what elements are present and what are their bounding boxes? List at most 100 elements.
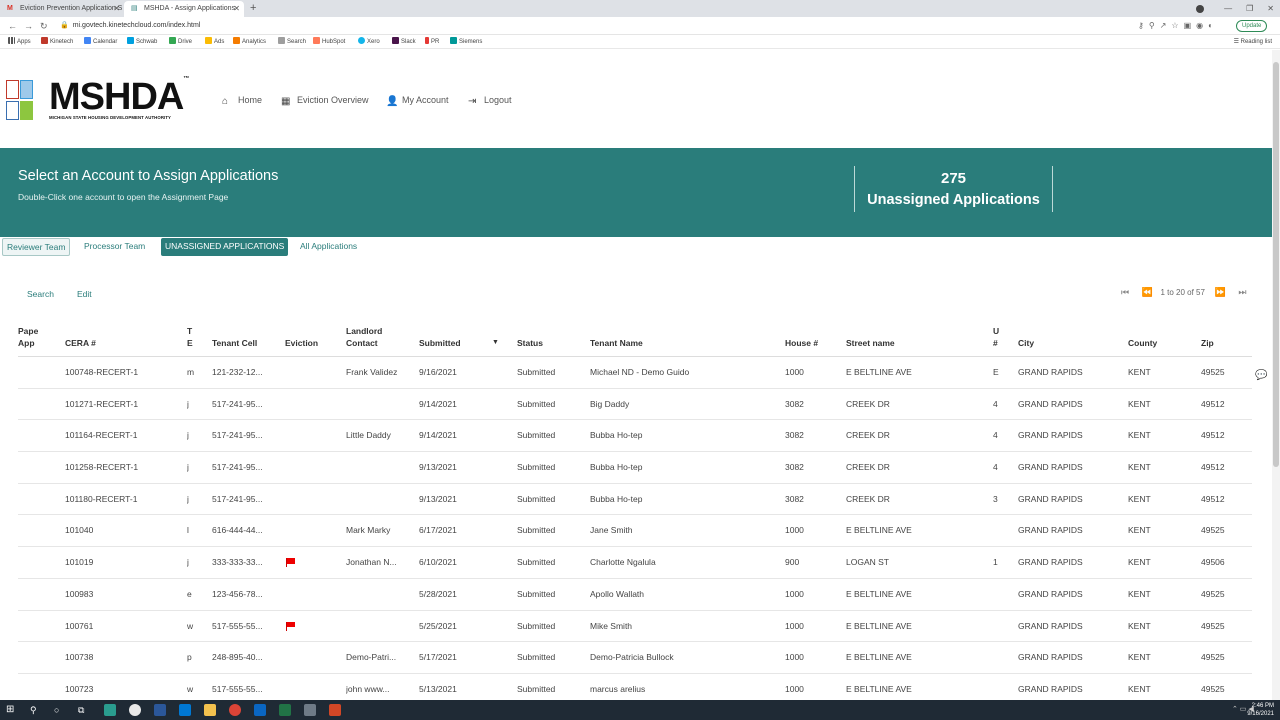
table-row[interactable]: 100761 w 517-555-55... 5/25/2021 Submitted Mi… xyxy=(18,611,1252,643)
browser-tab-eviction[interactable]: M Eviction Prevention Application S ✕ xyxy=(0,1,124,17)
table-row[interactable]: 100748-RECERT-1 m 121-232-12... Frank Valid… xyxy=(18,357,1252,389)
previous-page-icon[interactable]: ⏪ xyxy=(1140,284,1154,300)
last-page-icon[interactable]: ⏭ xyxy=(1235,284,1249,300)
sort-descending-icon[interactable]: ▼ xyxy=(492,337,499,349)
browser-tab-mshda[interactable]: ▤ MSHDA - Assign Applications ✕ xyxy=(124,1,244,17)
bookmark-drive[interactable]: Drive xyxy=(169,35,192,49)
cell-house: 3082 xyxy=(785,462,804,473)
cell-city: GRAND RAPIDS xyxy=(1018,525,1083,536)
tab-processor-team[interactable]: Processor Team xyxy=(80,238,149,256)
next-page-icon[interactable]: ⏩ xyxy=(1213,284,1227,300)
bookmark-ads[interactable]: Ads xyxy=(205,35,224,49)
bookmark-search[interactable]: Search xyxy=(278,35,306,49)
column-header-tenant-name[interactable]: Tenant Name xyxy=(590,325,770,349)
cortana-icon[interactable]: ○ xyxy=(54,704,66,716)
bookmark-hubspot[interactable]: HubSpot xyxy=(313,35,345,49)
page-scrollbar-thumb[interactable] xyxy=(1273,62,1279,467)
bookmark-calendar[interactable]: Calendar xyxy=(84,35,117,49)
bookmark-xero[interactable]: Xero xyxy=(358,35,380,49)
reload-icon[interactable]: ↻ xyxy=(40,17,48,35)
column-header-unit[interactable]: U # xyxy=(993,325,1001,349)
mshda-logo[interactable]: MSHDA™ MICHIGAN STATE HOUSING DEVELOPMEN… xyxy=(6,76,206,124)
bookmark-schwab[interactable]: Schwab xyxy=(127,35,157,49)
cell-street-name: E BELTLINE AVE xyxy=(846,652,912,663)
outlook-icon[interactable] xyxy=(254,704,266,716)
new-tab-icon[interactable]: + xyxy=(250,0,256,17)
app-icon-2[interactable] xyxy=(304,704,316,716)
word-icon[interactable] xyxy=(154,704,166,716)
table-row[interactable]: 100983 e 123-456-78... 5/28/2021 Submitted Ap… xyxy=(18,579,1252,611)
table-row[interactable]: 101271-RECERT-1 j 517-241-95... 9/14/2021 Su… xyxy=(18,389,1252,421)
search-icon[interactable]: ⚲ xyxy=(30,704,42,716)
edge-icon[interactable] xyxy=(179,704,191,716)
column-header-city[interactable]: City xyxy=(1018,325,1118,349)
bookmark-kinetech[interactable]: Kinetech xyxy=(41,35,73,49)
unassigned-count-label: Unassigned Applications xyxy=(867,192,1040,208)
clock[interactable]: 2:46 PM 9/16/2021 xyxy=(1247,702,1274,718)
cell-tenant-cell: 517-241-95... xyxy=(212,430,263,441)
windows-start-icon[interactable]: ⊞ xyxy=(6,704,18,716)
bookmark-apps[interactable]: Apps xyxy=(8,35,31,49)
column-header-eviction[interactable]: Eviction xyxy=(285,325,335,349)
powerpoint-icon[interactable] xyxy=(329,704,341,716)
app-icon[interactable] xyxy=(104,704,116,716)
table-row[interactable]: 101164-RECERT-1 j 517-241-95... Little Dadd… xyxy=(18,420,1252,453)
nav-my-account[interactable]: 👤 My Account xyxy=(386,95,449,107)
column-header-landlord-contact[interactable]: Landlord Contact xyxy=(346,325,412,349)
cell-tenant-cell: 517-555-55... xyxy=(212,620,263,631)
cell-house: 1000 xyxy=(785,367,804,377)
reading-list[interactable]: ☰ Reading list xyxy=(1234,35,1272,49)
tab-all-applications[interactable]: All Applications xyxy=(296,238,361,256)
column-header-cera[interactable]: CERA # xyxy=(65,325,165,349)
table-row[interactable]: 101019 j 333-333-33... Jonathan N... 6/10/20… xyxy=(18,547,1252,579)
column-header-house[interactable]: House # xyxy=(785,325,840,349)
apps-grid-icon xyxy=(8,37,15,44)
bookmark-slack[interactable]: Slack xyxy=(392,35,416,49)
column-header-zip[interactable]: Zip xyxy=(1201,325,1241,349)
column-header-tenant-cell[interactable]: Tenant Cell xyxy=(212,325,272,349)
nav-home[interactable]: ⌂ Home xyxy=(222,95,262,107)
column-header-county[interactable]: County xyxy=(1128,325,1188,349)
extension-icons[interactable]: ⚷⚲↗☆▣◉◐ xyxy=(1138,21,1218,30)
minimize-icon[interactable]: — xyxy=(1224,4,1232,13)
nav-logout[interactable]: ⇥ Logout xyxy=(468,95,512,107)
table-row[interactable]: 101180-RECERT-1 j 517-241-95... 9/13/2021 Su… xyxy=(18,484,1252,516)
table-row[interactable]: 101040 l 616-444-44... Mark Marky 6/17/2021 S… xyxy=(18,515,1252,548)
back-icon[interactable]: ← xyxy=(8,17,17,35)
bookmark-pr[interactable]: PR xyxy=(425,35,439,49)
close-window-icon[interactable]: ✕ xyxy=(1267,4,1274,13)
forward-icon[interactable]: → xyxy=(24,17,33,35)
column-header-te[interactable]: TE xyxy=(187,325,195,349)
schwab-icon xyxy=(127,37,134,44)
update-button[interactable]: Update xyxy=(1236,20,1268,32)
chrome-alt-icon[interactable] xyxy=(229,704,241,716)
close-tab-icon[interactable]: ✕ xyxy=(233,1,240,17)
tab-unassigned-applications[interactable]: UNASSIGNED APPLICATIONS xyxy=(161,238,289,256)
chat-icon[interactable]: 💬 xyxy=(1255,370,1269,382)
cell-unit: 4 xyxy=(993,462,998,473)
table-row[interactable]: 100738 p 248-895-40... Demo-Patri... 5/17/20… xyxy=(18,642,1252,674)
bookmark-analytics[interactable]: Analytics xyxy=(233,35,266,49)
chrome-icon[interactable] xyxy=(129,704,141,716)
nav-eviction-overview[interactable]: ▦ Eviction Overview xyxy=(281,95,369,107)
cell-status: Submitted xyxy=(517,398,556,409)
table-row[interactable]: 101258-RECERT-1 j 517-241-95... 9/13/2021 Su… xyxy=(18,452,1252,484)
tab-reviewer-team[interactable]: Reviewer Team xyxy=(2,238,71,256)
first-page-icon[interactable]: ⏮ xyxy=(1118,284,1132,300)
edit-button[interactable]: Edit xyxy=(77,284,92,304)
bookmark-siemens[interactable]: Siemens xyxy=(450,35,482,49)
column-header-street-name[interactable]: Street name xyxy=(846,325,976,349)
file-explorer-icon[interactable] xyxy=(204,704,216,716)
ads-icon xyxy=(205,37,212,44)
url-field[interactable]: 🔒 mi.govtech.kinetechcloud.com/index.html xyxy=(60,17,200,35)
column-header-submitted[interactable]: Submitted xyxy=(419,325,489,349)
restore-icon[interactable]: ❐ xyxy=(1246,4,1253,13)
excel-icon[interactable] xyxy=(279,704,291,716)
column-header-paper-app[interactable]: Paper App xyxy=(18,325,38,349)
close-tab-icon[interactable]: ✕ xyxy=(113,1,120,17)
cell-street-name: CREEK DR xyxy=(846,462,890,473)
task-view-icon[interactable]: ⧉ xyxy=(78,704,90,716)
profile-icon[interactable] xyxy=(1196,5,1204,13)
column-header-status[interactable]: Status xyxy=(517,325,577,349)
search-button[interactable]: Search xyxy=(27,284,54,304)
